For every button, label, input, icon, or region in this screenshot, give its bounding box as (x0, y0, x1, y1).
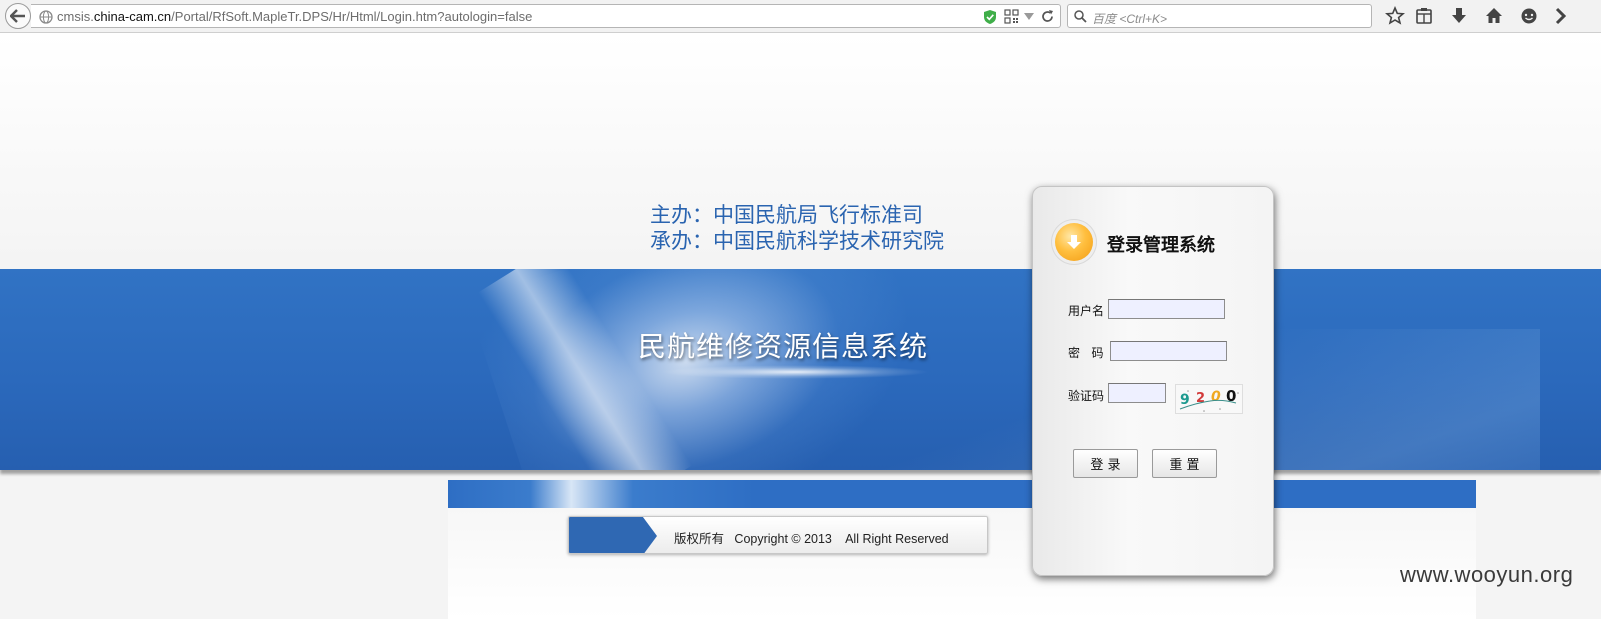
download-icon[interactable] (1449, 6, 1469, 26)
login-icon (1055, 223, 1093, 261)
back-button[interactable] (5, 3, 31, 29)
login-heading: 登录管理系统 (1107, 235, 1215, 256)
globe-icon (39, 10, 53, 24)
star-icon[interactable] (1385, 6, 1405, 26)
copyright-box: 版权所有 Copyright © 2013 All Right Reserved (568, 516, 988, 554)
download-arrow-icon[interactable] (1552, 6, 1572, 26)
address-bar[interactable]: cmsis.china-cam.cn/Portal/RfSoft.MapleTr… (31, 4, 1061, 28)
captcha-input[interactable] (1108, 383, 1166, 403)
search-icon (1074, 10, 1087, 23)
url-path: /Portal/RfSoft.MapleTr.DPS/Hr/Html/Login… (171, 9, 533, 24)
copyright-text: 版权所有 Copyright © 2013 All Right Reserved (674, 532, 949, 546)
password-input[interactable] (1110, 341, 1227, 361)
down-arrow-icon (1067, 235, 1081, 249)
organizer-line: 主办：中国民航局飞行标准司 (650, 203, 923, 227)
password-label: 密 码 (1068, 346, 1104, 360)
reading-list-icon[interactable] (1414, 6, 1434, 26)
home-icon[interactable] (1484, 6, 1504, 26)
login-button[interactable]: 登 录 (1073, 449, 1138, 478)
username-label: 用户名 (1068, 304, 1105, 318)
back-arrow-icon (10, 9, 25, 23)
system-title: 民航维修资源信息系统 (638, 330, 929, 363)
undertaker-line: 承办：中国民航科学技术研究院 (650, 229, 944, 253)
browser-toolbar: cmsis.china-cam.cn/Portal/RfSoft.MapleTr… (0, 0, 1601, 33)
chat-icon[interactable] (1519, 6, 1539, 26)
reset-button[interactable]: 重 置 (1152, 449, 1217, 478)
copyright-tab (569, 517, 657, 553)
url-prefix: cmsis. (57, 9, 94, 24)
captcha-label: 验证码 (1068, 389, 1105, 403)
login-panel: 登录管理系统 用户名 密 码 验证码 9 2 0 0 登 录 重 置 (1032, 186, 1274, 576)
qr-code-icon[interactable] (1004, 9, 1019, 24)
captcha-noise (1179, 390, 1239, 412)
login-page: 主办：中国民航局飞行标准司 承办：中国民航科学技术研究院 民航维修资源信息系统 … (0, 34, 1601, 619)
url-text: cmsis.china-cam.cn/Portal/RfSoft.MapleTr… (57, 9, 532, 24)
search-placeholder: 百度 <Ctrl+K> (1092, 12, 1168, 26)
header-banner: 民航维修资源信息系统 (0, 269, 1601, 470)
search-box[interactable]: 百度 <Ctrl+K> (1067, 4, 1372, 28)
captcha-image[interactable]: 9 2 0 0 (1175, 384, 1243, 414)
dropdown-icon[interactable] (1024, 13, 1034, 21)
watermark: www.wooyun.org (1400, 562, 1574, 587)
username-input[interactable] (1108, 299, 1225, 319)
shield-icon[interactable] (983, 9, 997, 25)
footer-band (448, 480, 1476, 508)
url-domain: china-cam.cn (93, 9, 172, 24)
reload-icon[interactable] (1040, 9, 1055, 24)
organizer-info: 主办：中国民航局飞行标准司 承办：中国民航科学技术研究院 (650, 202, 944, 254)
